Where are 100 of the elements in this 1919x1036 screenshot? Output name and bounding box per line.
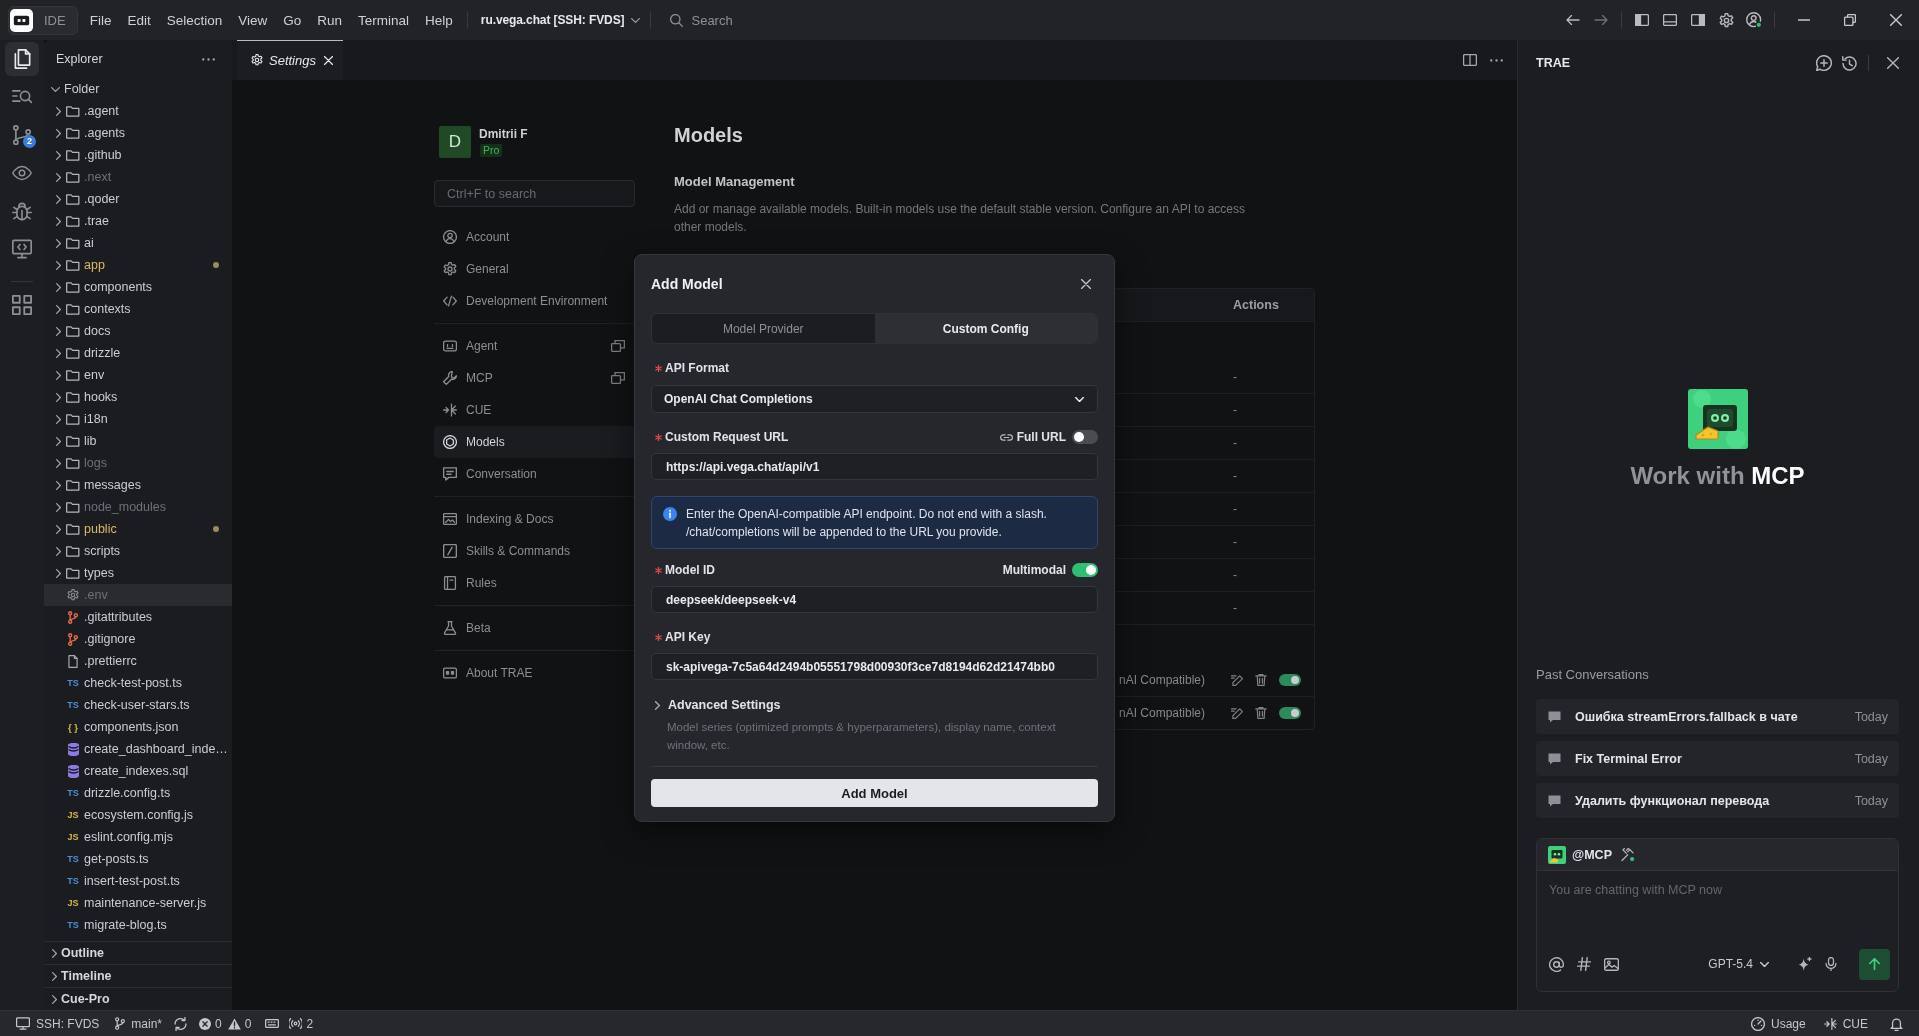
past-chat-item[interactable]: Fix Terminal Error Today (1536, 741, 1899, 776)
folder-item[interactable]: .github (44, 144, 232, 166)
restore-icon[interactable] (1844, 14, 1856, 26)
settings-nav-item[interactable]: Skills & Commands (434, 535, 635, 567)
settings-nav-item[interactable]: Models (434, 426, 635, 458)
folder-item[interactable]: app (44, 254, 232, 276)
folder-item[interactable]: docs (44, 320, 232, 342)
warning-count[interactable]: 0 (244, 1016, 252, 1031)
edit-icon[interactable] (1231, 674, 1243, 686)
menu-item[interactable]: Edit (119, 6, 159, 34)
folder-item[interactable]: hooks (44, 386, 232, 408)
text-field[interactable]: sk-apivega-7c5a64d2494b05551798d00930f3ce7d8194d62d21474bb0 (651, 653, 1098, 680)
activity-tab[interactable] (5, 42, 39, 76)
error-icon[interactable] (199, 1017, 212, 1030)
folder-item[interactable]: contexts (44, 298, 232, 320)
split-editor-icon[interactable] (1463, 54, 1477, 66)
tab[interactable]: Custom Config (874, 314, 1097, 343)
model-selector[interactable]: GPT-5.4 (1708, 957, 1769, 971)
folder-item[interactable]: Folder (44, 78, 232, 100)
folder-item[interactable]: lib (44, 430, 232, 452)
tree-item[interactable]: TS insert-test-post.ts (44, 870, 232, 892)
settings-nav-item[interactable]: About TRAE (434, 657, 635, 689)
tree-item[interactable]: { } components.json (44, 716, 232, 738)
arrow-left-icon[interactable] (1566, 15, 1580, 25)
tree-item[interactable]: JS maintenance-server.js (44, 892, 232, 914)
menu-item[interactable]: Terminal (350, 6, 418, 34)
remote-indicator[interactable]: SSH: FVDS (12, 1011, 104, 1036)
sync-icon[interactable] (174, 1016, 188, 1031)
settings-nav-item[interactable]: Indexing & Docs (434, 503, 635, 535)
folder-item[interactable]: .next (44, 166, 232, 188)
usage-button[interactable]: Usage (1746, 1011, 1810, 1036)
folder-item[interactable]: logs (44, 452, 232, 474)
tree-item[interactable]: JS ecosystem.config.js (44, 804, 232, 826)
settings-nav-item[interactable]: MCP (434, 362, 635, 394)
broadcast-icon[interactable] (289, 1018, 303, 1029)
arrow-right-icon[interactable] (1594, 15, 1608, 25)
submit-button[interactable]: Add Model (651, 779, 1098, 807)
tree-item[interactable]: create_indexes.sql (44, 760, 232, 782)
folder-item[interactable]: .agent (44, 100, 232, 122)
folder-item[interactable]: .qoder (44, 188, 232, 210)
edit-icon[interactable] (1231, 707, 1243, 719)
folder-item[interactable]: components (44, 276, 232, 298)
tree-item[interactable]: .prettierrc (44, 650, 232, 672)
message-field[interactable]: You are chatting with MCP now (1537, 871, 1898, 941)
new-chat-icon[interactable] (1816, 55, 1832, 71)
workspace-switcher[interactable]: ru.vega.chat [SSH: FVDS] (473, 6, 645, 34)
folder-item[interactable]: ai (44, 232, 232, 254)
trash-icon[interactable] (1255, 707, 1267, 719)
activity-tab[interactable]: 2 (5, 118, 39, 152)
folder-item[interactable]: .trae (44, 210, 232, 232)
folder-item[interactable]: env (44, 364, 232, 386)
editor-tab[interactable]: Settings (237, 40, 343, 80)
search-field[interactable]: Ctrl+F to search (434, 180, 635, 207)
menu-item[interactable]: Selection (158, 6, 231, 34)
past-chat-item[interactable]: Ошибка streamErrors.fallback в чате Today (1536, 699, 1899, 734)
settings-icon[interactable] (1718, 12, 1734, 28)
settings-nav-item[interactable]: Development Environment (434, 285, 635, 317)
tree-item[interactable]: TS get-posts.ts (44, 848, 232, 870)
bell-icon[interactable] (1890, 1016, 1903, 1031)
at-sign-icon[interactable] (1549, 956, 1564, 972)
tree-item[interactable]: TS check-test-post.ts (44, 672, 232, 694)
text-field[interactable]: https://api.vega.chat/api/v1 (651, 453, 1098, 480)
warning-icon[interactable] (227, 1017, 241, 1030)
folder-item[interactable]: messages (44, 474, 232, 496)
settings-nav-item[interactable]: CUE (434, 394, 635, 426)
settings-nav-item[interactable]: Beta (434, 612, 635, 644)
menu-item[interactable]: Run (309, 6, 351, 34)
folder-item[interactable]: public (44, 518, 232, 540)
folder-item[interactable]: i18n (44, 408, 232, 430)
folder-item[interactable]: .agents (44, 122, 232, 144)
folder-item[interactable]: types (44, 562, 232, 584)
advanced-settings-toggle[interactable]: Advanced Settings (651, 695, 781, 715)
past-chat-item[interactable]: Удалить функционал перевода Today (1536, 783, 1899, 818)
hash-icon[interactable] (1577, 957, 1591, 971)
toggle-switch[interactable] (1072, 563, 1098, 577)
tree-item[interactable]: .gitattributes (44, 606, 232, 628)
tools-icon[interactable] (1620, 847, 1635, 862)
bottom-panel-icon[interactable] (1663, 14, 1677, 26)
left-sidebar-icon[interactable] (1635, 14, 1649, 26)
app-menu-button[interactable]: IDE (8, 5, 78, 35)
menu-item[interactable]: View (230, 6, 276, 34)
text-field[interactable]: deepseek/deepseek-v4 (651, 586, 1098, 613)
more-icon[interactable] (202, 57, 215, 61)
menu-item[interactable]: Help (417, 6, 461, 34)
tree-item[interactable]: TS drizzle.config.ts (44, 782, 232, 804)
settings-nav-item[interactable]: Account (434, 221, 635, 253)
sparkle-icon[interactable] (1798, 957, 1812, 971)
settings-nav-item[interactable]: Conversation (434, 458, 635, 490)
dropdown[interactable]: OpenAI Chat Completions (651, 385, 1098, 413)
tree-item[interactable]: TS check-user-stars.ts (44, 694, 232, 716)
cue-button[interactable]: CUE (1819, 1011, 1872, 1036)
more-icon[interactable] (1490, 58, 1503, 62)
image-icon[interactable] (1604, 957, 1619, 971)
tree-item[interactable]: JS eslint.config.mjs (44, 826, 232, 848)
close-icon[interactable] (1081, 279, 1091, 289)
toggle-switch[interactable] (1279, 674, 1301, 686)
tree-item[interactable]: .gitignore (44, 628, 232, 650)
trash-icon[interactable] (1255, 674, 1267, 686)
toggle-switch[interactable] (1072, 430, 1098, 444)
folder-item[interactable]: scripts (44, 540, 232, 562)
